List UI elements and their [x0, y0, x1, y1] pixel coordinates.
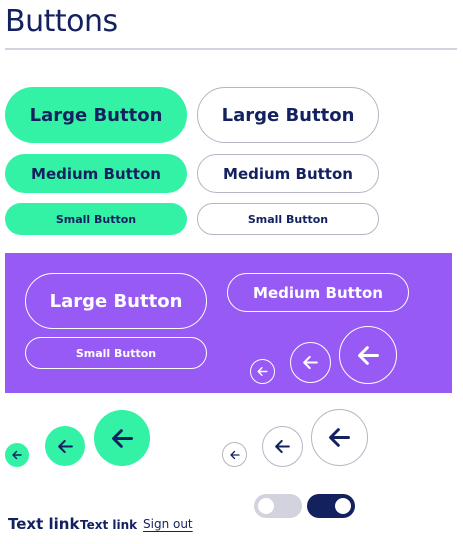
- small-ghost-button[interactable]: Small Button: [25, 337, 207, 369]
- arrow-left-icon: [57, 439, 73, 453]
- large-filled-button[interactable]: Large Button: [5, 87, 187, 143]
- large-filled-arrow-button[interactable]: [94, 410, 150, 466]
- arrow-left-icon: [275, 439, 290, 454]
- medium-outline-button[interactable]: Medium Button: [197, 154, 379, 193]
- small-outline-button[interactable]: Small Button: [197, 203, 379, 235]
- toggle-knob: [335, 498, 351, 514]
- buttons-page: Buttons Large Button Medium Button Small…: [0, 0, 463, 544]
- medium-outline-arrow-button[interactable]: [262, 426, 303, 467]
- small-text-link[interactable]: Text link: [80, 518, 137, 532]
- large-outline-arrow-button[interactable]: [311, 409, 368, 466]
- small-filled-arrow-button[interactable]: [5, 443, 29, 467]
- sign-out-link[interactable]: Sign out: [143, 517, 193, 531]
- large-ghost-button[interactable]: Large Button: [25, 273, 207, 329]
- arrow-left-icon: [257, 367, 268, 376]
- small-filled-button[interactable]: Small Button: [5, 203, 187, 235]
- arrow-left-icon: [229, 450, 240, 459]
- medium-ghost-button[interactable]: Medium Button: [227, 273, 409, 312]
- arrow-left-icon: [12, 450, 22, 460]
- large-ghost-arrow-button[interactable]: [339, 326, 397, 384]
- toggle-on[interactable]: [307, 494, 355, 518]
- arrow-left-icon: [357, 345, 379, 365]
- medium-filled-button[interactable]: Medium Button: [5, 154, 187, 193]
- large-outline-button[interactable]: Large Button: [197, 87, 379, 143]
- arrow-left-icon: [329, 428, 350, 447]
- medium-filled-arrow-button[interactable]: [45, 426, 85, 466]
- inverse-buttons-panel: Large Button Medium Button Small Button: [5, 253, 452, 393]
- page-title: Buttons: [5, 4, 118, 39]
- large-text-link[interactable]: Text link: [8, 515, 79, 533]
- medium-ghost-arrow-button[interactable]: [290, 342, 331, 383]
- toggle-knob: [258, 498, 274, 514]
- small-ghost-arrow-button[interactable]: [250, 359, 275, 384]
- small-outline-arrow-button[interactable]: [222, 442, 247, 467]
- arrow-left-icon: [111, 428, 133, 448]
- arrow-left-icon: [303, 355, 318, 370]
- title-divider: [5, 48, 457, 50]
- toggle-off[interactable]: [254, 494, 302, 518]
